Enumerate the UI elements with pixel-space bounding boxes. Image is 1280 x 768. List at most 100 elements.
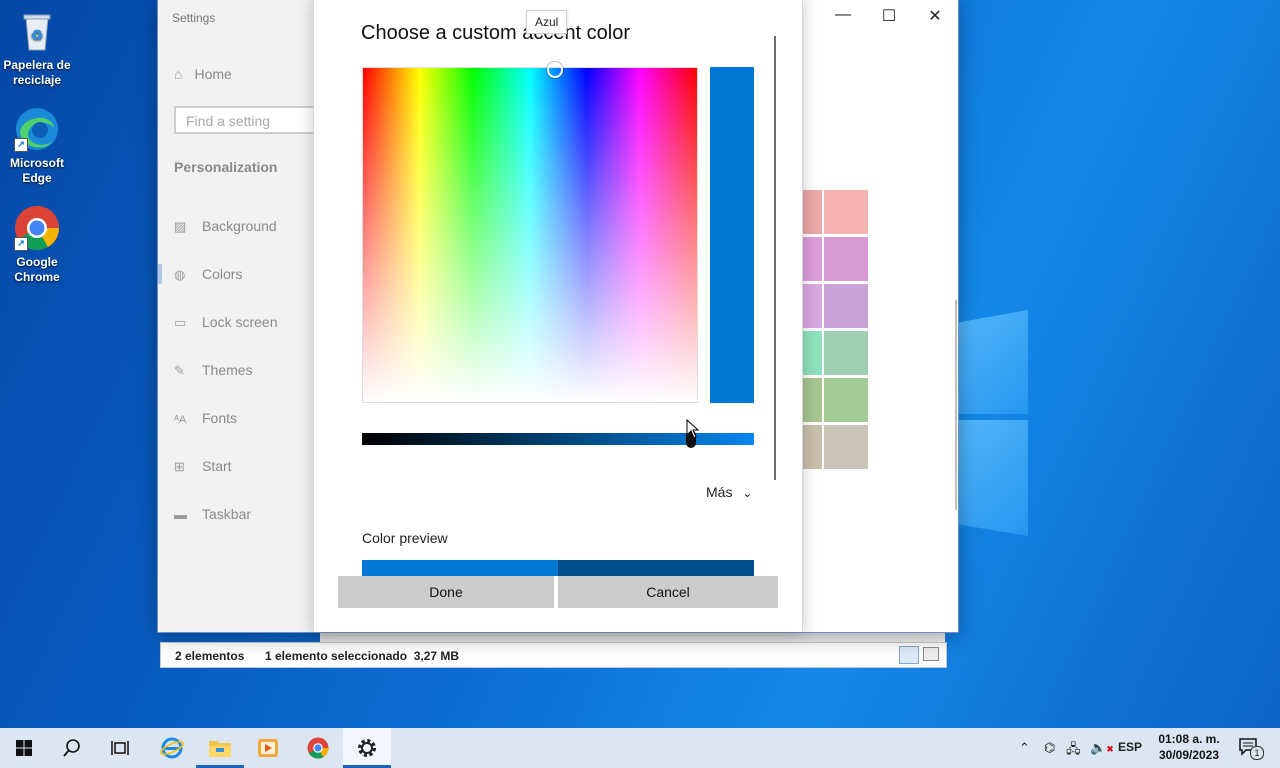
taskbar-chrome[interactable]: [294, 728, 342, 768]
svg-text:♻: ♻: [31, 27, 44, 43]
network-icon[interactable]: 🖧: [1066, 740, 1081, 762]
status-selection: 1 elemento seleccionado 3,27 MB: [265, 649, 460, 663]
fonts-icon: ᴬA: [174, 414, 187, 426]
section-title: Personalization: [174, 159, 278, 175]
more-toggle[interactable]: Más ⌄: [706, 484, 752, 500]
done-button[interactable]: Done: [338, 576, 554, 608]
dialog-scrollbar[interactable]: [774, 36, 776, 480]
sidebar-item-label: Taskbar: [202, 506, 252, 522]
notification-count: 1: [1250, 746, 1264, 760]
sidebar-item-themes[interactable]: ✎ Themes: [174, 362, 253, 382]
swatch[interactable]: [802, 425, 822, 469]
start-icon: ⊞: [174, 459, 185, 474]
shortcut-arrow-icon: ↗: [14, 237, 28, 251]
chevron-up-icon[interactable]: ⌃: [1019, 740, 1030, 756]
sidebar-item-fonts[interactable]: ᴬA Fonts: [174, 410, 237, 430]
windows-logo-wallpaper: [958, 298, 1028, 536]
chrome-icon: ↗: [14, 205, 60, 251]
status-item-count: 2 elementos: [175, 649, 245, 663]
folder-icon: [209, 741, 231, 757]
taskbar: ⌃ ⌬ 🖧 🔈✖ ESP 01:08 a. m. 30/09/2023 1: [0, 728, 1280, 768]
settings-window: Settings ⌂ Home Find a setting Personaliz…: [158, 0, 958, 632]
window-title: Settings: [172, 11, 216, 25]
swatch[interactable]: [824, 237, 868, 281]
swatch[interactable]: [802, 190, 822, 234]
task-view-button[interactable]: [96, 728, 144, 768]
color-picker-handle[interactable]: [547, 62, 563, 78]
search-button[interactable]: [48, 728, 96, 768]
mouse-cursor-icon: [686, 419, 700, 439]
windows-start-icon: [16, 740, 32, 756]
color-preview-dark: [558, 560, 754, 576]
lock-screen-icon: ▭: [174, 315, 187, 330]
volume-muted-icon[interactable]: 🔈✖: [1090, 740, 1114, 756]
start-button[interactable]: [0, 728, 48, 768]
custom-color-dialog: Choose a custom accent color Más ⌄ Color…: [314, 0, 802, 632]
minimize-icon[interactable]: —: [820, 6, 866, 24]
color-preview-strip: [362, 560, 754, 576]
search-input[interactable]: Find a setting: [174, 106, 314, 134]
color-preview-label: Color preview: [362, 530, 448, 546]
media-player-icon: [258, 739, 278, 757]
taskbar-settings[interactable]: [343, 728, 391, 768]
search-icon: [63, 739, 80, 757]
device-icon[interactable]: ⌬: [1044, 740, 1055, 756]
clock-date: 30/09/2023: [1158, 748, 1220, 762]
desktop-icon-chrome[interactable]: ↗ Google Chrome: [0, 205, 74, 285]
palette-icon: ◍: [174, 267, 186, 282]
sidebar-item-colors[interactable]: ◍ Colors: [174, 266, 242, 286]
sidebar-item-label: Themes: [202, 362, 253, 378]
settings-scrollbar[interactable]: [955, 300, 957, 510]
dialog-title: Choose a custom accent color: [361, 22, 631, 44]
sidebar-item-taskbar[interactable]: ▬ Taskbar: [174, 506, 251, 526]
gear-icon: [358, 739, 376, 757]
maximize-icon[interactable]: ☐: [866, 6, 912, 26]
sidebar-item-background[interactable]: ▨ Background: [174, 218, 277, 238]
desktop-icon-label: Microsoft Edge: [10, 156, 64, 185]
sidebar-item-start[interactable]: ⊞ Start: [174, 458, 232, 478]
themes-icon: ✎: [174, 363, 185, 378]
details-view-icon[interactable]: [899, 646, 919, 664]
task-view-icon: [111, 741, 129, 755]
desktop-icon-label: Papelera de reciclaje: [3, 58, 71, 87]
swatch[interactable]: [802, 284, 822, 328]
taskbar-file-explorer[interactable]: [196, 728, 244, 768]
nav-home-label: Home: [194, 66, 232, 82]
desktop-icon-edge[interactable]: ↗ Microsoft Edge: [0, 106, 74, 186]
close-icon[interactable]: ✕: [912, 6, 958, 26]
taskbar-media-player[interactable]: [244, 728, 292, 768]
large-icons-view-icon[interactable]: [923, 647, 939, 661]
desktop-icon-recycle-bin[interactable]: ♻ Papelera de reciclaje: [0, 8, 74, 88]
sidebar-item-label: Background: [202, 218, 277, 234]
swatch[interactable]: [824, 425, 868, 469]
settings-sidebar: Settings ⌂ Home Find a setting Personaliz…: [158, 0, 314, 632]
clock-time: 01:08 a. m.: [1158, 732, 1220, 746]
swatch[interactable]: [802, 237, 822, 281]
background-icon: ▨: [174, 219, 187, 234]
sidebar-item-label: Colors: [202, 266, 243, 282]
explorer-horizontal-scrollbar[interactable]: [320, 632, 945, 642]
taskbar-ie[interactable]: [148, 728, 196, 768]
notification-center-button[interactable]: 1: [1238, 737, 1264, 760]
more-label: Más: [706, 484, 733, 500]
system-clock[interactable]: 01:08 a. m. 30/09/2023: [1148, 731, 1230, 763]
swatch[interactable]: [802, 331, 822, 375]
search-placeholder: Find a setting: [186, 113, 271, 129]
swatch[interactable]: [824, 331, 868, 375]
nav-home[interactable]: ⌂ Home: [174, 66, 232, 82]
swatch[interactable]: [824, 190, 868, 234]
language-indicator[interactable]: ESP: [1118, 740, 1142, 754]
cancel-button[interactable]: Cancel: [558, 576, 778, 608]
color-spectrum[interactable]: [362, 62, 698, 403]
selected-color-preview: [710, 67, 754, 403]
color-preview-light: [362, 560, 558, 576]
sidebar-item-label: Start: [202, 458, 232, 474]
chevron-down-icon: ⌄: [742, 486, 753, 500]
active-indicator: [158, 264, 162, 284]
swatch[interactable]: [802, 378, 822, 422]
shortcut-arrow-icon: ↗: [14, 138, 28, 152]
swatch[interactable]: [824, 284, 868, 328]
swatch[interactable]: [824, 378, 868, 422]
sidebar-item-lock-screen[interactable]: ▭ Lock screen: [174, 314, 277, 334]
explorer-status-bar: 2 elementos 1 elemento seleccionado 3,27…: [160, 642, 947, 668]
